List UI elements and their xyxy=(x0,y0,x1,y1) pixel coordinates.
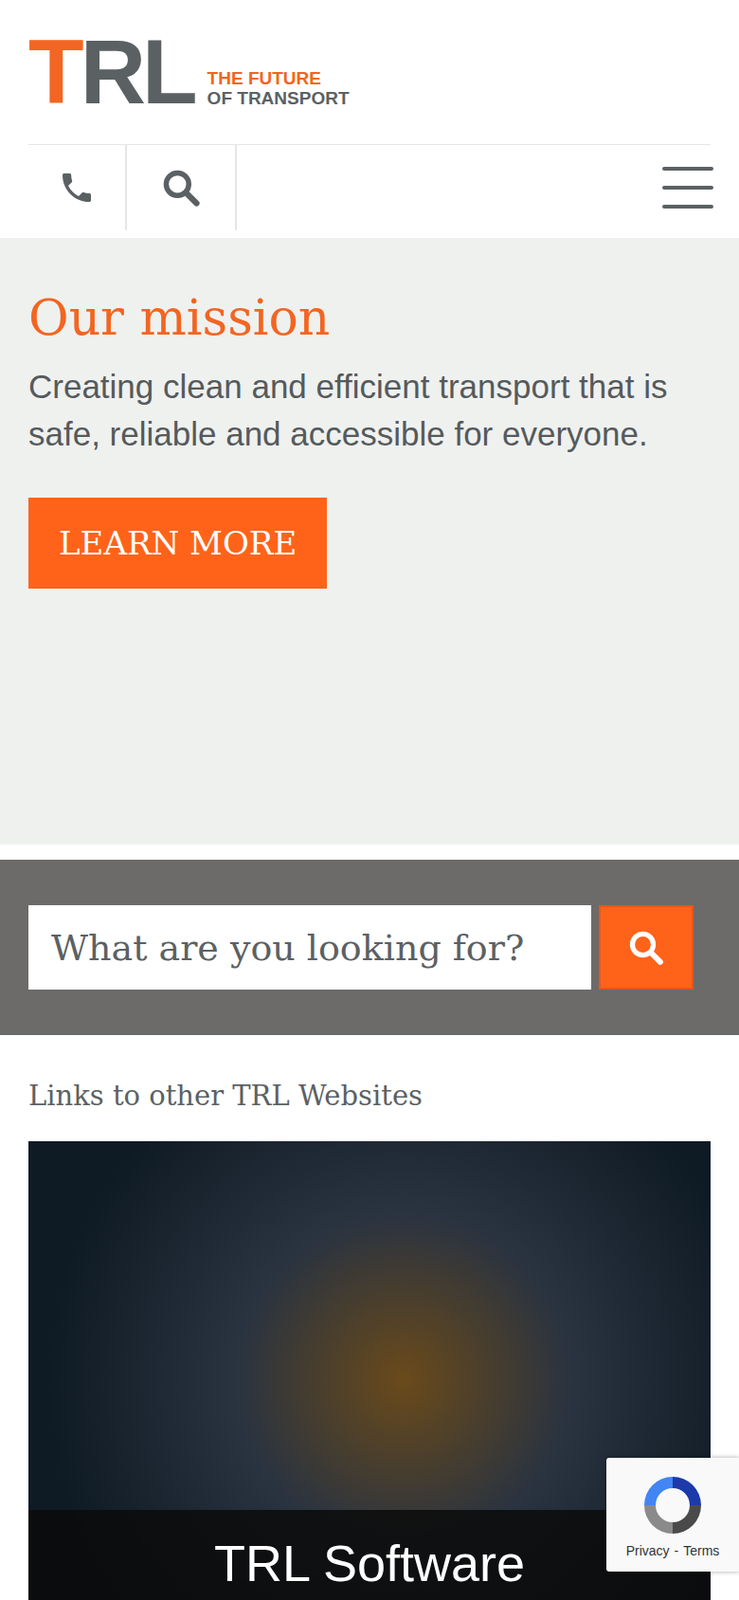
nav-bar xyxy=(28,144,711,231)
logo-tagline: THE FUTUREOF TRANSPORT xyxy=(207,68,350,109)
logo-letter: R xyxy=(80,36,143,109)
link-separator: - xyxy=(674,1542,680,1558)
learn-more-button[interactable]: LEARN MORE xyxy=(28,497,327,589)
search-icon xyxy=(160,166,202,209)
search-icon xyxy=(626,927,667,968)
mission-section: Our mission Creating clean and efficient… xyxy=(0,237,739,845)
hamburger-icon xyxy=(660,164,716,211)
search-button[interactable] xyxy=(598,904,694,990)
search-band xyxy=(0,859,739,1035)
privacy-link[interactable]: Privacy xyxy=(626,1542,670,1558)
menu-button[interactable] xyxy=(657,144,719,231)
logo-letter: T xyxy=(28,36,81,109)
recaptcha-links: Privacy - Terms xyxy=(626,1542,721,1558)
tagline-line: OF TRANSPORT xyxy=(207,88,350,109)
search-input[interactable] xyxy=(28,904,592,990)
mission-title: Our mission xyxy=(28,287,711,348)
links-title: Links to other TRL Websites xyxy=(28,1076,711,1115)
recaptcha-badge: Privacy - Terms xyxy=(606,1457,739,1571)
recaptcha-icon xyxy=(636,1468,709,1541)
logo-letters: TRL xyxy=(28,36,195,109)
phone-button[interactable] xyxy=(28,144,127,231)
logo[interactable]: TRL THE FUTUREOF TRANSPORT xyxy=(28,0,711,109)
header: TRL THE FUTUREOF TRANSPORT xyxy=(0,0,739,231)
terms-link[interactable]: Terms xyxy=(683,1542,720,1558)
page: TRL THE FUTUREOF TRANSPORT Our mission C… xyxy=(0,0,739,1600)
logo-letter: L xyxy=(142,36,195,109)
search-toggle-button[interactable] xyxy=(126,144,237,231)
tagline-line: THE FUTURE xyxy=(207,68,350,89)
phone-icon xyxy=(57,168,96,207)
mission-text: Creating clean and efficient transport t… xyxy=(28,362,711,458)
